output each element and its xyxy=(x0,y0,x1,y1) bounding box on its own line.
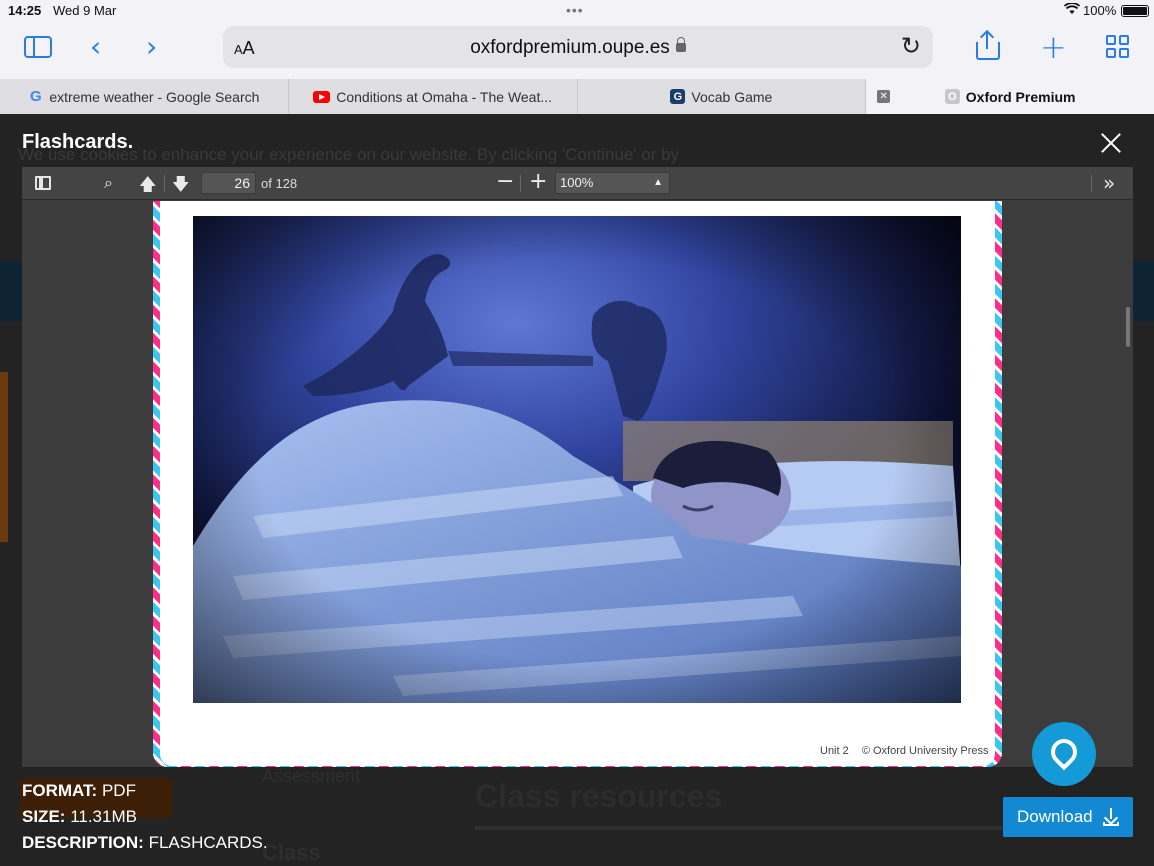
side-accent xyxy=(0,372,8,542)
address-url[interactable]: oxfordpremium.oupe.es xyxy=(223,37,933,59)
tab-overview-icon[interactable] xyxy=(1106,35,1130,59)
size-label: SIZE: xyxy=(22,807,66,826)
divider xyxy=(164,175,165,192)
forward-icon[interactable]: › xyxy=(146,30,157,63)
size-row: SIZE: 11.31MB xyxy=(22,807,137,827)
pdf-search-icon[interactable]: ⌕ xyxy=(104,173,113,193)
status-bar: 14:25 Wed 9 Mar ••• 100% xyxy=(0,0,1154,22)
zoom-in-icon[interactable]: + xyxy=(529,169,547,194)
multitask-dots-icon[interactable]: ••• xyxy=(566,2,584,18)
tab-oxford-premium[interactable]: ✕ O Oxford Premium xyxy=(866,79,1154,114)
flashcard-footer: Unit 2 © Oxford University Press xyxy=(820,745,989,757)
close-icon[interactable] xyxy=(1098,130,1124,156)
url-text: oxfordpremium.oupe.es xyxy=(470,37,670,58)
zoom-select[interactable]: 100% ▲ xyxy=(555,172,670,194)
more-tools-icon[interactable]: » xyxy=(1103,171,1115,195)
heading-underline xyxy=(475,826,1015,830)
zoom-value: 100% xyxy=(560,175,594,190)
tab-label: Conditions at Omaha - The Weat... xyxy=(336,88,553,105)
flashcard-photo xyxy=(193,216,961,703)
share-icon[interactable] xyxy=(976,29,1000,60)
flashcard-inner: Unit 2 © Oxford University Press xyxy=(160,201,995,766)
description-value: FLASHCARDS. xyxy=(148,833,268,852)
download-button[interactable]: Download xyxy=(1003,797,1133,837)
tab-google-search[interactable]: G extreme weather - Google Search xyxy=(0,79,289,114)
copyright-label: © Oxford University Press xyxy=(861,745,989,757)
select-caret-icon: ▲ xyxy=(653,177,663,188)
close-tab-icon[interactable]: ✕ xyxy=(877,90,891,103)
back-icon[interactable]: ‹ xyxy=(90,30,101,63)
description-label: DESCRIPTION: xyxy=(22,833,144,852)
modal-title: Flashcards. xyxy=(22,131,134,153)
tab-vocab-game[interactable]: G Vocab Game xyxy=(578,79,867,114)
browser-toolbar: ‹ › AA oxfordpremium.oupe.es ↻ + xyxy=(0,22,1154,79)
pdf-toolbar: ⌕ 🡅 🡇 26 of 128 − + 100% ▲ » xyxy=(22,167,1133,200)
format-label: FORMAT: xyxy=(22,781,98,800)
description-row: DESCRIPTION: FLASHCARDS. xyxy=(22,833,268,853)
new-tab-icon[interactable]: + xyxy=(1040,28,1067,66)
previous-page-icon[interactable]: 🡅 xyxy=(139,172,156,201)
tab-label: Oxford Premium xyxy=(965,88,1076,105)
battery-icon xyxy=(1121,5,1149,17)
next-page-icon[interactable]: 🡇 xyxy=(172,172,189,201)
chat-help-button[interactable] xyxy=(1032,722,1096,786)
page-count: of 128 xyxy=(261,176,298,191)
tab-strip: G extreme weather - Google Search Condit… xyxy=(0,79,1154,114)
pdf-sidebar-toggle-icon[interactable] xyxy=(35,176,51,190)
unit-label: Unit 2 xyxy=(820,745,849,757)
class-resources-heading: Class resources xyxy=(475,778,723,814)
download-icon xyxy=(1103,808,1119,826)
tab-youtube[interactable]: Conditions at Omaha - The Weat... xyxy=(289,79,578,114)
google-icon: G xyxy=(29,88,42,105)
tab-label: extreme weather - Google Search xyxy=(49,88,260,105)
status-date: Wed 9 Mar xyxy=(53,3,117,18)
page-number-input[interactable]: 26 xyxy=(201,172,256,194)
status-time: 14:25 xyxy=(8,3,42,18)
class-label: Class xyxy=(262,840,321,865)
reload-icon[interactable]: ↻ xyxy=(901,32,921,60)
youtube-icon xyxy=(313,90,331,103)
tab-label: Vocab Game xyxy=(691,88,773,105)
flashcard-page: Unit 2 © Oxford University Press xyxy=(153,201,1002,767)
size-value: 11.31MB xyxy=(70,807,137,826)
oxford-icon: O xyxy=(944,89,960,104)
download-label: Download xyxy=(1017,807,1093,826)
assessment-link: Assessment xyxy=(262,766,361,786)
format-value: PDF xyxy=(101,781,136,800)
divider xyxy=(1091,175,1092,192)
zoom-out-icon[interactable]: − xyxy=(496,169,514,194)
address-bar[interactable]: AA oxfordpremium.oupe.es ↻ xyxy=(223,26,933,68)
sidebar-toggle-icon[interactable] xyxy=(24,36,52,58)
battery-percent: 100% xyxy=(1083,3,1117,18)
scrollbar[interactable] xyxy=(1126,307,1130,347)
lock-icon xyxy=(675,37,686,52)
vocab-game-icon: G xyxy=(670,89,686,104)
pdf-viewer[interactable]: ⌕ 🡅 🡇 26 of 128 − + 100% ▲ » Unit 2 © Ox… xyxy=(22,167,1133,767)
wifi-icon xyxy=(1063,2,1081,18)
divider xyxy=(520,175,521,192)
format-row: FORMAT: PDF xyxy=(22,781,136,801)
